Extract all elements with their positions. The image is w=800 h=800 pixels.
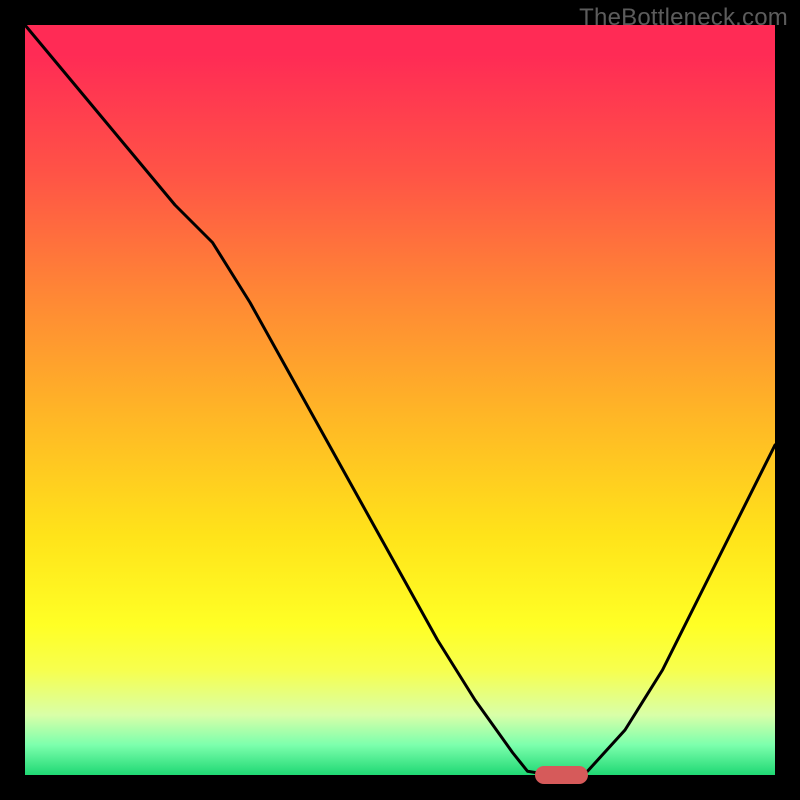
optimal-range-marker [535, 766, 588, 784]
chart-frame: TheBottleneck.com [0, 0, 800, 800]
watermark-text: TheBottleneck.com [579, 4, 788, 32]
bottleneck-curve [25, 25, 775, 775]
curve-layer [25, 25, 775, 775]
